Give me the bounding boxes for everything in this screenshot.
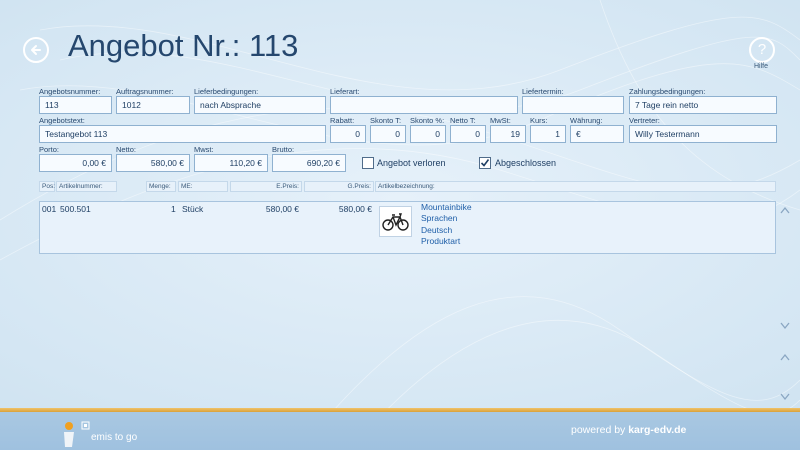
vertreter-label: Vertreter:: [629, 116, 660, 125]
liefertermin-field[interactable]: [522, 96, 624, 114]
mwst-betrag-label: Mwst:: [194, 145, 214, 154]
zahlungsbedingungen-field[interactable]: 7 Tage rein netto: [629, 96, 777, 114]
auftragsnummer-label: Auftragsnummer:: [116, 87, 174, 96]
page-down-icon[interactable]: [780, 393, 790, 401]
angebot-verloren-label: Angebot verloren: [377, 158, 446, 168]
scroll-down-icon[interactable]: [780, 322, 790, 330]
rabatt-field[interactable]: 0: [330, 125, 366, 143]
porto-field[interactable]: 0,00 €: [39, 154, 112, 172]
column-header-pos: Pos:: [39, 181, 55, 192]
netto-t-label: Netto T:: [450, 116, 476, 125]
vertreter-field[interactable]: Willy Testermann: [629, 125, 777, 143]
netto-t-field[interactable]: 0: [450, 125, 486, 143]
skonto-percent-label: Skonto %:: [410, 116, 445, 125]
row-menge: 1: [171, 204, 176, 214]
column-header-artikelnummer: Artikelnummer:: [56, 181, 117, 192]
lieferart-field[interactable]: [330, 96, 518, 114]
column-header-gpreis: G.Preis:: [304, 181, 374, 192]
lieferart-label: Lieferart:: [330, 87, 360, 96]
angebotstext-field[interactable]: Testangebot 113: [39, 125, 326, 143]
row-bezeichnung-line-2: Sprachen: [421, 213, 458, 223]
row-gpreis: 580,00 €: [338, 204, 372, 214]
skonto-percent-field[interactable]: 0: [410, 125, 446, 143]
row-artikelnummer: 500.501: [60, 204, 91, 214]
netto-field[interactable]: 580,00 €: [116, 154, 190, 172]
back-button[interactable]: [23, 37, 49, 63]
column-header-artikelbezeichnung: Artikelbezeichnung:: [375, 181, 776, 192]
auftragsnummer-field[interactable]: 1012: [116, 96, 190, 114]
question-icon: ?: [757, 41, 767, 58]
skonto-t-label: Skonto T:: [370, 116, 402, 125]
column-header-menge: Menge:: [146, 181, 176, 192]
zahlungsbedingungen-label: Zahlungsbedingungen:: [629, 87, 706, 96]
lieferbedingungen-field[interactable]: nach Absprache: [194, 96, 326, 114]
page-title: Angebot Nr.: 113: [68, 28, 299, 63]
mwst-field[interactable]: 19: [490, 125, 526, 143]
netto-label: Netto:: [116, 145, 137, 154]
angebotsnummer-label: Angebotsnummer:: [39, 87, 101, 96]
row-bezeichnung-line-3: Deutsch: [421, 225, 453, 235]
row-bezeichnung-line-1: Mountainbike: [421, 202, 472, 212]
help-button[interactable]: ?: [749, 37, 775, 63]
angebot-verloren-checkbox[interactable]: [362, 157, 374, 169]
lieferbedingungen-label: Lieferbedingungen:: [194, 87, 259, 96]
brutto-field[interactable]: 690,20 €: [272, 154, 346, 172]
row-bezeichnung-line-4: Produktart: [421, 236, 461, 246]
brutto-label: Brutto:: [272, 145, 295, 154]
row-me: Stück: [182, 204, 204, 214]
kurs-label: Kurs:: [530, 116, 548, 125]
logo-text: emis to go: [91, 432, 138, 443]
angebotstext-label: Angebotstext:: [39, 116, 85, 125]
column-header-epreis: E.Preis:: [230, 181, 302, 192]
mwst-label: MwSt:: [490, 116, 511, 125]
waehrung-field[interactable]: €: [570, 125, 624, 143]
row-pos: 001: [42, 204, 57, 214]
article-image: [379, 206, 412, 237]
waehrung-label: Währung:: [570, 116, 603, 125]
abgeschlossen-checkbox[interactable]: [479, 157, 491, 169]
arrow-left-icon: [31, 45, 41, 55]
angebotsnummer-field[interactable]: 113: [39, 96, 112, 114]
column-header-me: ME:: [178, 181, 228, 192]
skonto-t-field[interactable]: 0: [370, 125, 406, 143]
abgeschlossen-label: Abgeschlossen: [495, 158, 557, 168]
mwst-betrag-field[interactable]: 110,20 €: [194, 154, 268, 172]
porto-label: Porto:: [39, 145, 60, 154]
rabatt-label: Rabatt:: [330, 116, 355, 125]
row-epreis: 580,00 €: [265, 204, 299, 214]
footer-divider: [0, 408, 800, 412]
kurs-field[interactable]: 1: [530, 125, 566, 143]
emis-logo-icon: [64, 421, 90, 447]
scroll-up-icon[interactable]: [780, 206, 790, 214]
page-up-icon[interactable]: [780, 353, 790, 361]
checkmark-icon: [480, 159, 490, 167]
bicycle-icon: [382, 213, 409, 231]
help-label: Hilfe: [753, 63, 768, 70]
powered-by-text: powered by karg-edv.de: [571, 424, 687, 436]
liefertermin-label: Liefertermin:: [522, 87, 564, 96]
